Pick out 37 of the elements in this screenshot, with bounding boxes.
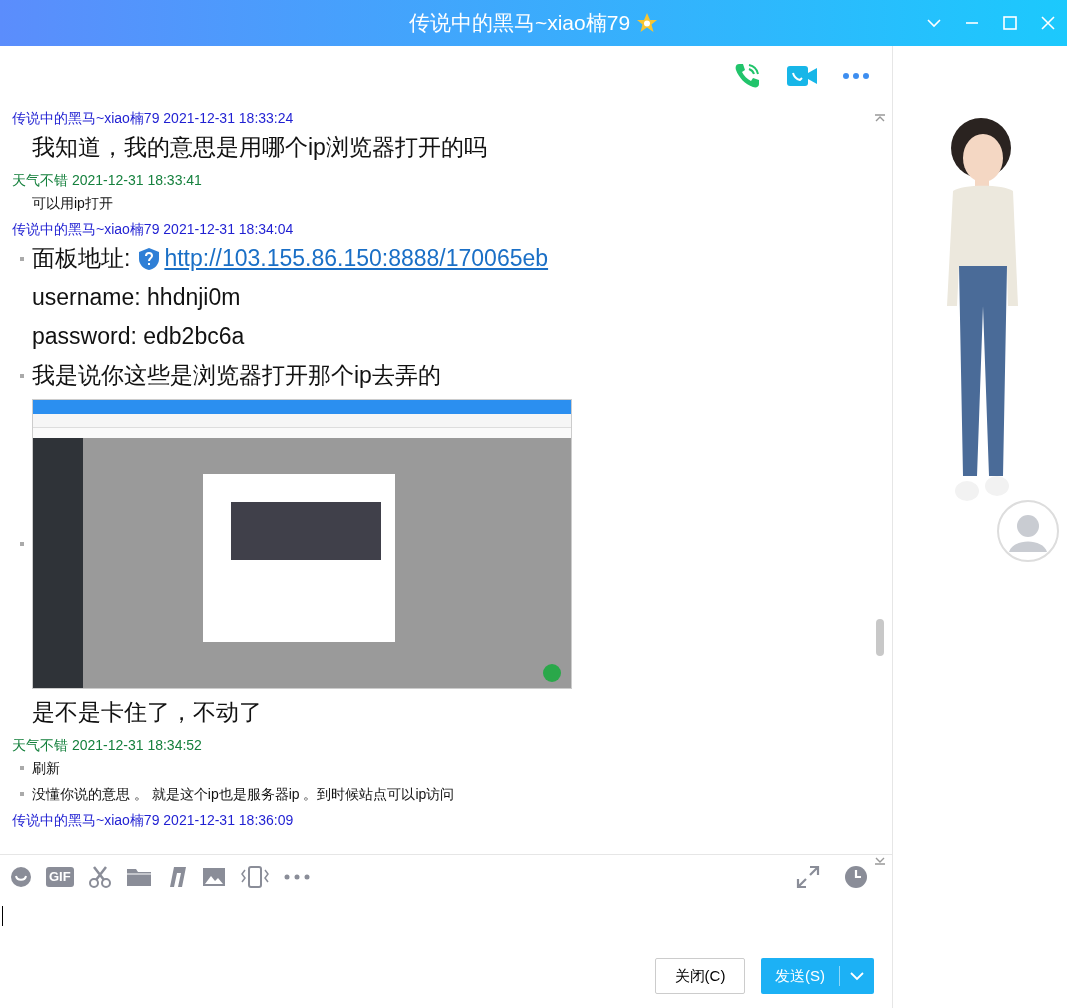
close-button[interactable]: 关闭(C) <box>655 958 745 994</box>
phone-vibrate-icon[interactable] <box>239 865 270 890</box>
message-header: 传说中的黑马~xiao楠79 2021-12-31 18:34:04 <box>12 220 294 240</box>
message-text: 可以用ip打开 <box>32 194 113 214</box>
clock-icon[interactable] <box>844 865 868 890</box>
smiley-icon[interactable] <box>10 866 32 889</box>
video-camera-icon[interactable] <box>786 63 818 88</box>
scrollbar-thumb[interactable] <box>876 619 884 657</box>
image-icon[interactable] <box>201 867 226 888</box>
folder-icon[interactable] <box>125 867 152 888</box>
maximize-icon[interactable] <box>1002 15 1018 31</box>
message-text: 我知道，我的意思是用哪个ip浏览器打开的吗 <box>32 133 487 163</box>
scissors-icon[interactable] <box>87 866 112 889</box>
message-text: 没懂你说的意思 。 就是这个ip也是服务器ip 。到时候站点可以ip访问 <box>32 785 455 805</box>
message-text: 我是说你这些是浏览器打开那个ip去弄的 <box>32 361 441 391</box>
more-icon[interactable] <box>842 71 870 80</box>
scroll-up-icon[interactable] <box>874 112 886 123</box>
message-text: password: edb2bc6a <box>32 322 245 352</box>
message-header: 传说中的黑马~xiao楠79 2021-12-31 18:36:09 <box>12 811 294 831</box>
message-text: 面板地址: <box>32 244 131 274</box>
star-badge-icon <box>636 12 659 34</box>
message-text: 是不是卡住了，不动了 <box>32 698 262 728</box>
expand-icon[interactable] <box>796 865 820 890</box>
message-header: 天气不错 2021-12-31 18:33:41 <box>12 171 202 191</box>
more-icon[interactable] <box>283 874 310 881</box>
message-text: 刷新 <box>32 759 60 779</box>
text-cursor <box>2 905 3 926</box>
gif-icon[interactable]: GIF <box>46 867 74 888</box>
avatar-icon[interactable] <box>997 500 1059 562</box>
close-icon[interactable] <box>1040 15 1056 31</box>
message-text: username: hhdnji0m <box>32 283 241 313</box>
shield-question-icon <box>138 246 161 271</box>
window-title: 传说中的黑马~xiao楠79 <box>408 10 631 37</box>
message-header: 传说中的黑马~xiao楠79 2021-12-31 18:33:24 <box>12 109 294 129</box>
message-header: 天气不错 2021-12-31 18:34:52 <box>12 736 202 756</box>
scroll-down-icon[interactable] <box>874 856 886 867</box>
link[interactable]: http://103.155.86.150:8888/170065eb <box>164 239 549 279</box>
